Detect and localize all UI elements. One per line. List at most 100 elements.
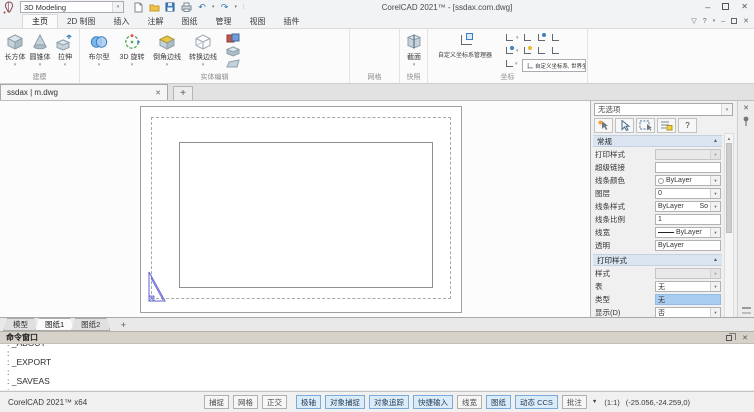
toggle-polar[interactable]: 极轴 (296, 395, 321, 409)
subtract-solids-icon[interactable] (226, 46, 240, 57)
transparency-input[interactable]: ByLayer (655, 240, 721, 251)
close-icon[interactable]: ✕ (155, 89, 161, 97)
chevron-down-icon[interactable]: ▾ (112, 2, 123, 12)
undo-options-caret-icon[interactable]: ▾ (212, 4, 215, 10)
chevron-down-icon[interactable]: ▾ (39, 63, 42, 68)
chevron-down-icon[interactable]: ▾ (710, 176, 720, 185)
chevron-down-icon[interactable]: ▾ (413, 63, 416, 68)
print-icon[interactable] (180, 1, 192, 13)
toggle-lineweight[interactable]: 线宽 (457, 395, 482, 409)
doc-restore-button[interactable] (731, 18, 737, 24)
drawing-canvas[interactable] (0, 101, 590, 317)
open-folder-icon[interactable] (148, 1, 160, 13)
help-icon[interactable]: ? (703, 18, 707, 25)
toggle-grid[interactable]: 网格 (233, 395, 258, 409)
cone-button[interactable]: 圆锥体 ▾ (28, 32, 52, 68)
layer-select[interactable]: 0 ▾ (655, 188, 721, 199)
section-header-general[interactable]: 常规 ▲ (593, 135, 722, 147)
add-sheet-button[interactable]: + (115, 319, 131, 331)
tab-view[interactable]: 视图 (240, 14, 274, 28)
close-button[interactable]: ✕ (741, 2, 748, 11)
section-header-print-style[interactable]: 打印样式 ▲ (593, 254, 722, 266)
lineweight-select[interactable]: ByLayer ▾ (655, 227, 721, 238)
slice-solid-icon[interactable] (226, 59, 240, 68)
pin-icon[interactable] (742, 116, 750, 127)
ccs-axis-icon[interactable] (550, 46, 560, 56)
ccs-axis-icon[interactable] (536, 46, 546, 56)
tab-2d-drafting[interactable]: 2D 制图 (58, 14, 104, 28)
tab-annotate[interactable]: 注解 (138, 14, 172, 28)
chevron-down-icon[interactable]: ▾ (710, 308, 720, 317)
chevron-down-icon[interactable]: ▾ (14, 63, 17, 68)
save-icon[interactable] (164, 1, 176, 13)
tab-manage[interactable]: 管理 (206, 14, 240, 28)
help-caret-icon[interactable]: ▾ (713, 18, 716, 24)
scroll-up-icon[interactable]: ▲ (727, 134, 731, 142)
select-cursor-icon[interactable] (615, 118, 634, 133)
redo-options-caret-icon[interactable]: ▾ (235, 4, 238, 10)
ribbon-collapse-icon[interactable]: ▽ (691, 17, 696, 25)
union-solids-icon[interactable] (226, 33, 240, 44)
hyperlink-input[interactable] (655, 162, 721, 173)
toggle-etrack[interactable]: 对象追踪 (369, 395, 409, 409)
toggle-sheet[interactable]: 图纸 (486, 395, 511, 409)
help-icon[interactable]: ? (678, 118, 697, 133)
viewport-rectangle[interactable] (179, 142, 433, 288)
chevron-down-icon[interactable]: ▾ (710, 189, 720, 198)
new-document-tab-button[interactable]: + (173, 86, 193, 100)
sheet-tab-sheet1[interactable]: 图纸1 (35, 318, 74, 331)
undo-icon[interactable]: ↶ (196, 1, 208, 13)
sheet-tab-model[interactable]: 模型 (3, 318, 38, 331)
line-style-select[interactable]: ByLayer So ▾ (655, 201, 721, 212)
rotate-3d-button[interactable]: 3D 旋转 ▾ (116, 32, 148, 68)
marquee-select-icon[interactable] (636, 118, 655, 133)
toggle-ortho[interactable]: 正交 (262, 395, 287, 409)
boolean-button[interactable]: 布尔型 ▾ (85, 32, 113, 68)
palette-scrollbar[interactable]: ▲ ▼ (724, 133, 734, 331)
ccs-axis-icon[interactable] (550, 33, 560, 43)
collapse-icon[interactable]: ▲ (713, 138, 718, 144)
close-icon[interactable]: ✕ (743, 104, 749, 116)
chamfer-edges-button[interactable]: 倒角边线 ▾ (150, 32, 184, 68)
convert-edges-button[interactable]: 转换边线 ▾ (186, 32, 220, 68)
ccs-axis-top-icon[interactable] (536, 33, 546, 43)
close-icon[interactable]: ✕ (742, 334, 748, 342)
chevron-down-icon[interactable]: ▾ (710, 282, 720, 291)
line-scale-input[interactable]: 1 (655, 214, 721, 225)
ccs-selector[interactable]: 自定义坐标系, 世界坐标系 ▾ (522, 59, 586, 72)
float-window-icon[interactable] (726, 335, 732, 341)
ccs-axis-icon[interactable] (504, 46, 514, 56)
chevron-down-icon[interactable]: ▾ (721, 104, 732, 115)
command-history[interactable]: : _ABOUT : : _EXPORT : : _SAVEAS : (0, 344, 754, 390)
chevron-down-icon[interactable]: ▾ (515, 62, 518, 67)
document-tab[interactable]: ssdax | m.dwg ✕ (0, 84, 168, 100)
collapse-icon[interactable]: ▲ (713, 257, 718, 263)
line-color-select[interactable]: ByLayer ▾ (655, 175, 721, 186)
maximize-button[interactable] (722, 3, 729, 10)
command-window-header[interactable]: 命令窗口 ✕ (0, 331, 754, 344)
new-document-icon[interactable] (132, 1, 144, 13)
toggle-esnap[interactable]: 对象捕捉 (325, 395, 365, 409)
select-new-icon[interactable] (594, 118, 613, 133)
annotation-caret-icon[interactable]: ▼ (592, 399, 597, 405)
toggle-quick-input[interactable]: 快捷输入 (413, 395, 453, 409)
ccs-manager-button[interactable]: 自定义坐标系管理器 (430, 33, 500, 59)
tab-insert[interactable]: 插入 (104, 14, 138, 28)
annotation-button[interactable]: 批注 (562, 395, 587, 409)
doc-close-button[interactable]: ✕ (743, 17, 749, 25)
chevron-down-icon[interactable]: ▾ (131, 63, 134, 68)
chevron-down-icon[interactable]: ▾ (64, 63, 67, 68)
box-button[interactable]: 长方体 ▾ (3, 32, 27, 68)
ccs-axis-icon[interactable] (522, 33, 532, 43)
ccs-axis-icon[interactable] (504, 59, 514, 69)
chevron-down-icon[interactable]: ▾ (710, 228, 720, 237)
chevron-down-icon[interactable]: ▾ (166, 63, 169, 68)
chevron-down-icon[interactable]: ▾ (202, 63, 205, 68)
scrollbar-thumb[interactable] (726, 143, 732, 233)
command-prompt[interactable]: : (7, 387, 754, 391)
tab-plugins[interactable]: 插件 (274, 14, 308, 28)
doc-minimize-button[interactable]: – (721, 18, 725, 25)
tab-sheet[interactable]: 图纸 (172, 14, 206, 28)
ccs-axis-icon[interactable] (522, 46, 532, 56)
ccs-axis-icon[interactable] (504, 33, 514, 43)
